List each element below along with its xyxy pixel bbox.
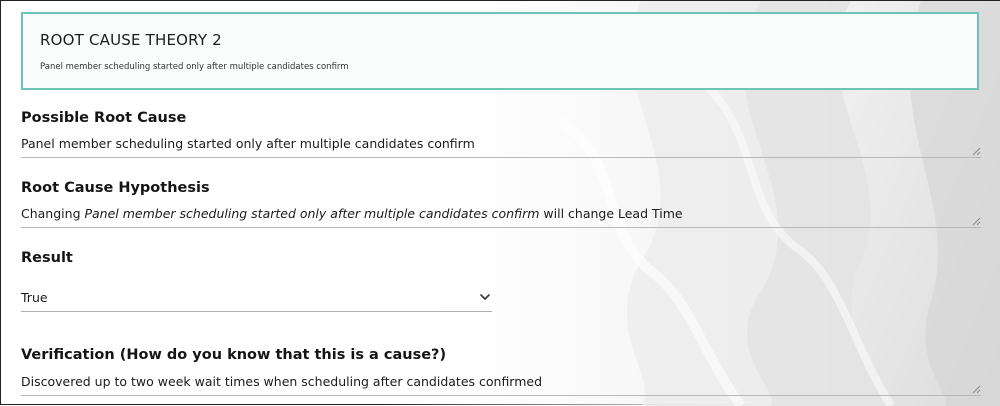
root-cause-hypothesis-value: Changing Panel member scheduling started… bbox=[21, 206, 683, 221]
resize-grip-icon[interactable] bbox=[972, 385, 981, 394]
root-cause-theory-card: ROOT CAUSE THEORY 2 Panel member schedul… bbox=[21, 12, 979, 90]
root-cause-hypothesis-label: Root Cause Hypothesis bbox=[21, 180, 210, 196]
hypothesis-prefix: Changing bbox=[21, 206, 85, 221]
resize-grip-icon[interactable] bbox=[972, 217, 981, 226]
root-cause-hypothesis-field[interactable]: Changing Panel member scheduling started… bbox=[21, 206, 981, 228]
possible-root-cause-label: Possible Root Cause bbox=[21, 110, 187, 126]
verification-field[interactable]: Discovered up to two week wait times whe… bbox=[21, 374, 981, 396]
result-label: Result bbox=[21, 250, 73, 266]
theory-title: ROOT CAUSE THEORY 2 bbox=[40, 31, 222, 49]
hypothesis-emphasis: Panel member scheduling started only aft… bbox=[84, 206, 540, 221]
theory-subtitle: Panel member scheduling started only aft… bbox=[40, 62, 349, 72]
result-select[interactable]: True bbox=[21, 285, 492, 312]
verification-value: Discovered up to two week wait times whe… bbox=[21, 374, 543, 389]
resize-grip-icon[interactable] bbox=[972, 147, 981, 156]
possible-root-cause-field[interactable]: Panel member scheduling started only aft… bbox=[21, 136, 981, 158]
result-selected-value: True bbox=[21, 290, 48, 305]
verification-label: Verification (How do you know that this … bbox=[21, 347, 447, 363]
hypothesis-suffix: will change Lead Time bbox=[539, 206, 683, 221]
possible-root-cause-value: Panel member scheduling started only aft… bbox=[21, 136, 475, 151]
chevron-down-icon[interactable] bbox=[479, 291, 491, 303]
